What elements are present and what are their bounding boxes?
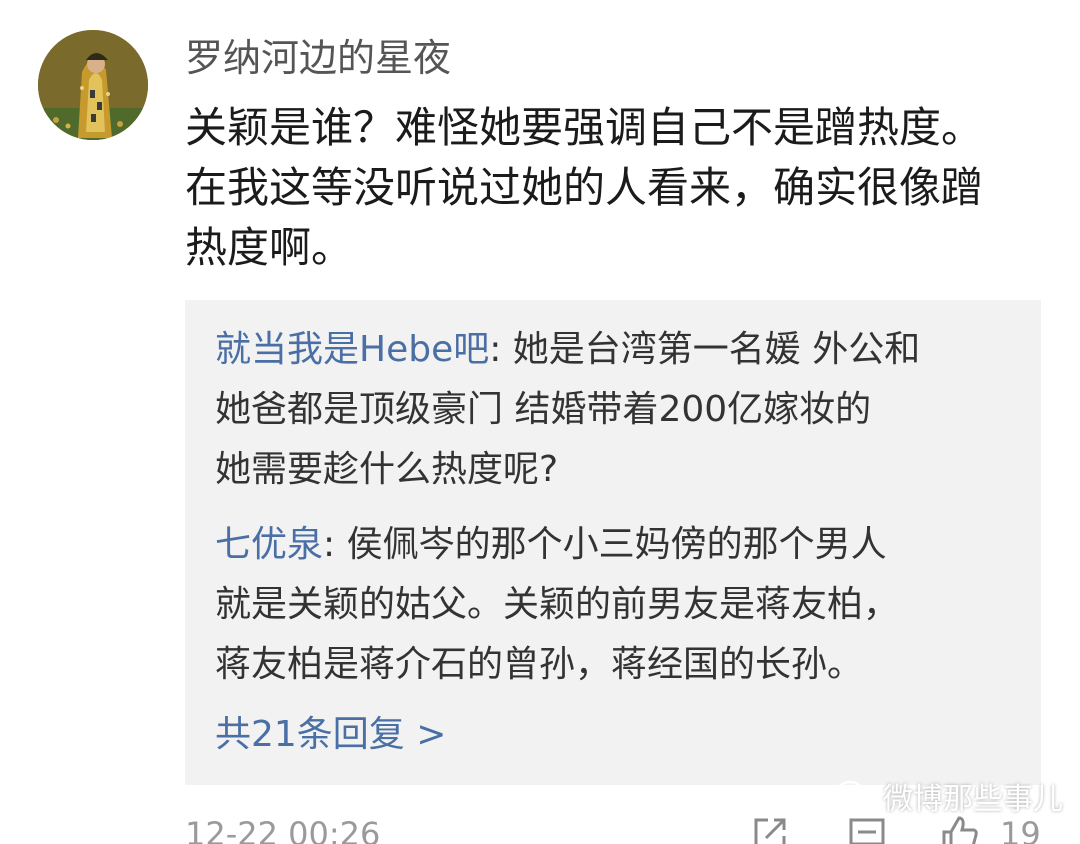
painting-avatar-icon (38, 30, 148, 140)
share-icon[interactable] (750, 814, 790, 844)
weibo-comment-screen: 罗纳河边的星夜 关颖是谁？难怪她要强调自己不是蹭热度。 在我这等没听说过她的人看… (0, 0, 1080, 844)
like-count: 19 (1000, 815, 1041, 844)
comment-username[interactable]: 罗纳河边的星夜 (185, 33, 451, 83)
replies-panel: 就当我是Hebe吧: 她是台湾第一名媛 外公和 她爸都是顶级豪门 结婚带着200… (185, 300, 1041, 785)
view-all-replies-link[interactable]: 共21条回复 > (215, 705, 446, 765)
avatar[interactable] (38, 30, 148, 140)
thumbs-up-icon[interactable] (940, 814, 980, 844)
reply-author[interactable]: 就当我是Hebe吧 (215, 329, 489, 370)
comment-text: 关颖是谁？难怪她要强调自己不是蹭热度。 在我这等没听说过她的人看来，确实很像蹭 … (185, 103, 984, 272)
reply-item[interactable]: 七优泉: 侯佩岑的那个小三妈傍的那个男人 就是关颖的姑父。关颖的前男友是蒋友柏，… (215, 515, 1030, 695)
reply-author[interactable]: 七优泉 (215, 524, 323, 565)
reply-item[interactable]: 就当我是Hebe吧: 她是台湾第一名媛 外公和 她爸都是顶级豪门 结婚带着200… (215, 320, 1030, 500)
wechat-icon (835, 780, 875, 811)
comment-timestamp: 12-22 00:26 (185, 815, 381, 844)
comment-icon[interactable] (847, 814, 887, 844)
